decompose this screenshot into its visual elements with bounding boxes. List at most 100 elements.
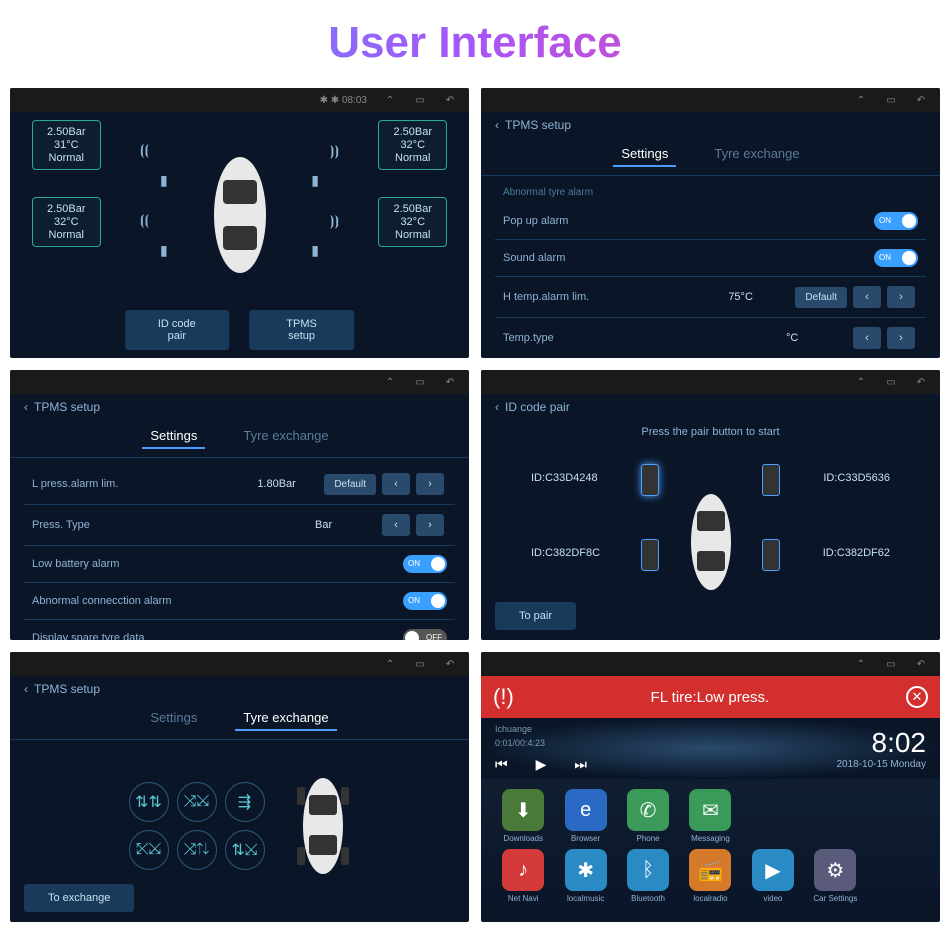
media-title: Ichuange (495, 724, 816, 734)
default-button[interactable]: Default (324, 474, 376, 495)
next-button[interactable]: › (416, 473, 444, 495)
collapse-icon[interactable]: ⌃ (854, 93, 868, 107)
toggle-sound-alarm[interactable]: ON (874, 249, 918, 267)
toggle-low-battery[interactable]: ON (403, 555, 447, 573)
exchange-pattern-4[interactable]: ⤪⤩ (129, 830, 169, 870)
back-icon[interactable]: ↶ (443, 657, 457, 671)
exchange-pattern-1[interactable]: ⇅⇅ (129, 782, 169, 822)
pair-instruction: Press the pair button to start (481, 420, 940, 444)
section-abnormal-alarm: Abnormal tyre alarm (495, 182, 926, 203)
collapse-icon[interactable]: ⌃ (383, 375, 397, 389)
app-localradio[interactable]: 📻localradio (682, 849, 738, 903)
app-bluetooth[interactable]: ᛒBluetooth (620, 849, 676, 903)
prev-button[interactable]: ‹ (382, 514, 410, 536)
collapse-icon[interactable]: ⌃ (383, 657, 397, 671)
exchange-pattern-2[interactable]: ⤨⤩ (177, 782, 217, 822)
car-icon (205, 150, 275, 280)
signal-icon: ⦘⦘ (330, 212, 339, 229)
status-bar: ⌃ ▭ ↶ (481, 88, 940, 112)
collapse-icon[interactable]: ⌃ (854, 657, 868, 671)
to-pair-button[interactable]: To pair (495, 602, 576, 630)
close-alert-button[interactable]: ✕ (906, 686, 928, 708)
exchange-pattern-3[interactable]: ⇶ (225, 782, 265, 822)
back-icon[interactable]: ↶ (443, 375, 457, 389)
recents-icon[interactable]: ▭ (413, 657, 427, 671)
setting-abn-conn: Abnormal connecction alarm ON (24, 583, 455, 620)
to-exchange-button[interactable]: To exchange (24, 884, 134, 912)
setting-spare-tyre: Display spare tyre data OFF (24, 620, 455, 640)
tire-fl-icon[interactable] (641, 464, 659, 496)
prev-button[interactable]: ‹ (853, 286, 881, 308)
collapse-icon[interactable]: ⌃ (854, 375, 868, 389)
next-button[interactable]: › (416, 514, 444, 536)
recents-icon[interactable]: ▭ (413, 93, 427, 107)
battery-icon: ▮ (160, 172, 168, 189)
setting-temp-type: Temp.type °C ‹ › (495, 318, 926, 358)
app-navi[interactable]: ♪Net Navi (495, 849, 551, 903)
back-arrow[interactable]: ‹ (24, 682, 28, 696)
toggle-abn-conn[interactable]: ON (403, 592, 447, 610)
app-video[interactable]: ▶video (745, 849, 801, 903)
setting-popup-alarm: Pop up alarm ON (495, 203, 926, 240)
signal-icon: ⦗⦗ (140, 142, 149, 159)
tab-settings[interactable]: Settings (142, 706, 205, 731)
tire-rl-icon[interactable] (641, 539, 659, 571)
play-icon[interactable]: ▶ (536, 756, 547, 773)
back-icon[interactable]: ↶ (914, 657, 928, 671)
id-fr: ID:C33D5636 (823, 472, 890, 484)
app-messaging[interactable]: ✉Messaging (682, 789, 738, 843)
toggle-spare-tyre[interactable]: OFF (403, 629, 447, 640)
tpms-setup-button[interactable]: TPMS setup (249, 310, 354, 350)
app-phone[interactable]: ✆Phone (620, 789, 676, 843)
exchange-pattern-6[interactable]: ⇅⤩ (225, 830, 265, 870)
back-icon[interactable]: ↶ (914, 93, 928, 107)
recents-icon[interactable]: ▭ (884, 375, 898, 389)
tab-tyre-exchange[interactable]: Tyre exchange (235, 706, 336, 731)
clock-time: 8:02 (836, 727, 926, 759)
header-title: ID code pair (505, 400, 570, 414)
status-bar: ⌃ ▭ ↶ (10, 370, 469, 394)
recents-icon[interactable]: ▭ (884, 657, 898, 671)
prev-track-icon[interactable]: ⏮ (495, 756, 508, 773)
toggle-popup-alarm[interactable]: ON (874, 212, 918, 230)
header-title: TPMS setup (34, 682, 100, 696)
next-track-icon[interactable]: ⏭ (574, 756, 587, 773)
tire-fr-icon[interactable] (762, 464, 780, 496)
app-car-settings[interactable]: ⚙Car Settings (807, 849, 863, 903)
back-arrow[interactable]: ‹ (24, 400, 28, 414)
tpms-settings-screen-1: ⌃ ▭ ↶ ‹TPMS setup Settings Tyre exchange… (481, 88, 940, 358)
page-title: User Interface (10, 18, 940, 68)
app-browser[interactable]: eBrowser (557, 789, 613, 843)
id-rr: ID:C382DF62 (823, 547, 890, 559)
back-icon[interactable]: ↶ (443, 93, 457, 107)
next-button[interactable]: › (887, 286, 915, 308)
back-icon[interactable]: ↶ (914, 375, 928, 389)
tab-settings[interactable]: Settings (142, 424, 205, 449)
id-code-pair-button[interactable]: ID code pair (125, 310, 229, 350)
recents-icon[interactable]: ▭ (884, 93, 898, 107)
back-arrow[interactable]: ‹ (495, 400, 499, 414)
tab-tyre-exchange[interactable]: Tyre exchange (235, 424, 336, 449)
app-downloads[interactable]: ⬇Downloads (495, 789, 551, 843)
status-bar: ⌃ ▭ ↶ (481, 652, 940, 676)
prev-button[interactable]: ‹ (853, 327, 881, 349)
tyre-exchange-screen: ⌃ ▭ ↶ ‹ TPMS setup Settings Tyre exchange… (10, 652, 469, 922)
default-button[interactable]: Default (795, 287, 847, 308)
tab-settings[interactable]: Settings (613, 142, 676, 167)
setting-l-press: L press.alarm lim. 1.80Bar Default ‹ › (24, 464, 455, 505)
back-arrow[interactable]: ‹ (495, 118, 499, 132)
app-localmusic[interactable]: ✱localmusic (557, 849, 613, 903)
next-button[interactable]: › (887, 327, 915, 349)
status-bar: ⌃ ▭ ↶ (481, 370, 940, 394)
tire-rr-icon[interactable] (762, 539, 780, 571)
tire-rear-right: 2.50Bar32°CNormal (378, 197, 447, 247)
id-code-pair-screen: ⌃ ▭ ↶ ‹ ID code pair Press the pair butto… (481, 370, 940, 640)
prev-button[interactable]: ‹ (382, 473, 410, 495)
collapse-icon[interactable]: ⌃ (383, 93, 397, 107)
setting-sound-alarm: Sound alarm ON (495, 240, 926, 277)
signal-icon: ⦗⦗ (140, 212, 149, 229)
exchange-pattern-5[interactable]: ⤨⇅ (177, 830, 217, 870)
tab-tyre-exchange[interactable]: Tyre exchange (706, 142, 807, 167)
setting-press-type: Press. Type Bar ‹ › (24, 505, 455, 546)
recents-icon[interactable]: ▭ (413, 375, 427, 389)
